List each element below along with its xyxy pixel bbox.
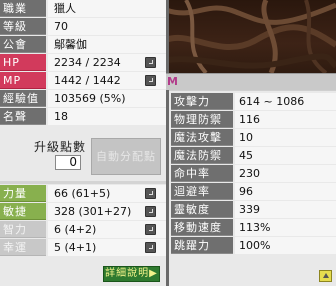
tab-marker: M <box>167 75 178 88</box>
tree-roots-illustration <box>166 0 336 73</box>
avoid-label: 迴避率 <box>171 183 233 200</box>
level-value: 70 <box>48 18 166 35</box>
auto-assign-button[interactable]: 自動分配點 <box>91 138 161 175</box>
weapon-def-value: 116 <box>235 111 336 128</box>
hands-value: 339 <box>235 201 336 218</box>
avoid-value: 96 <box>235 183 336 200</box>
hp-add-button[interactable] <box>145 57 156 68</box>
magic-atk-value: 10 <box>235 129 336 146</box>
detail-row-jump: 跳躍力 100% <box>169 237 336 254</box>
stat-row-mp: MP 1442 / 1442 <box>0 72 166 89</box>
job-value: 獵人 <box>48 0 166 17</box>
detail-row-accuracy: 命中率 230 <box>169 165 336 182</box>
detail-row-magic-atk: 魔法攻擊力 10 <box>169 129 336 161</box>
fame-value: 18 <box>48 108 166 125</box>
jump-label: 跳躍力 <box>171 237 233 254</box>
stat-row-job: 職業 獵人 <box>0 0 166 17</box>
character-stats-panel: 職業 獵人 等級 70 公會 鄔馨伽 HP 2234 / 2234 MP 144… <box>0 0 166 286</box>
luk-add-button[interactable] <box>145 242 156 253</box>
attack-value: 614 ~ 1086 <box>235 93 336 110</box>
dex-add-button[interactable] <box>145 206 156 217</box>
ability-points-box: 升級點數 0 自動分配點 <box>0 134 166 181</box>
speed-label: 移動速度 <box>171 219 233 236</box>
guild-label: 公會 <box>0 36 46 53</box>
magic-def-label: 魔法防禦力 <box>171 147 233 179</box>
int-label: 智力 <box>0 221 46 238</box>
dex-label: 敏捷 <box>0 203 46 220</box>
detail-row-attack: 攻擊力 614 ~ 1086 <box>169 93 336 110</box>
mp-label: MP <box>0 72 46 89</box>
jump-value: 100% <box>235 237 336 254</box>
ability-points-value: 0 <box>55 155 81 170</box>
magic-def-value: 45 <box>235 147 336 164</box>
luk-label: 幸運 <box>0 239 46 256</box>
mp-add-button[interactable] <box>145 75 156 86</box>
job-label: 職業 <box>0 0 46 17</box>
stat-row-fame: 名聲 18 <box>0 108 166 125</box>
detail-row-magic-def: 魔法防禦力 45 <box>169 147 336 179</box>
detail-row-hands: 靈敏度 339 <box>169 201 336 218</box>
attack-label: 攻擊力 <box>171 93 233 110</box>
game-background <box>166 0 336 73</box>
exp-label: 經驗值 <box>0 90 46 107</box>
accuracy-label: 命中率 <box>171 165 233 182</box>
stat-row-exp: 經驗值 103569 (5%) <box>0 90 166 107</box>
guild-value: 鄔馨伽 <box>48 36 166 53</box>
int-add-button[interactable] <box>145 224 156 235</box>
stat-row-guild: 公會 鄔馨伽 <box>0 36 166 53</box>
collapse-button[interactable] <box>319 270 332 282</box>
detail-header-strip: M <box>166 73 336 90</box>
hp-label: HP <box>0 54 46 71</box>
ability-points-title: 升級點數 <box>34 140 87 154</box>
level-label: 等級 <box>0 18 46 35</box>
stat-row-int: 智力 6 (4+2) <box>0 221 166 238</box>
detail-row-weapon-def: 物理防禦力 116 <box>169 111 336 143</box>
stat-row-luk: 幸運 5 (4+1) <box>0 239 166 256</box>
exp-value: 103569 (5%) <box>48 90 166 107</box>
stat-row-hp: HP 2234 / 2234 <box>0 54 166 71</box>
hands-label: 靈敏度 <box>171 201 233 218</box>
magic-atk-label: 魔法攻擊力 <box>171 129 233 161</box>
detail-row-avoid: 迴避率 96 <box>169 183 336 200</box>
detail-stats-panel: 攻擊力 614 ~ 1086 物理防禦力 116 魔法攻擊力 10 魔法防禦力 … <box>169 91 336 286</box>
stat-row-level: 等級 70 <box>0 18 166 35</box>
stat-row-dex: 敏捷 328 (301+27) <box>0 203 166 220</box>
fame-label: 名聲 <box>0 108 46 125</box>
str-add-button[interactable] <box>145 188 156 199</box>
str-label: 力量 <box>0 185 46 202</box>
stat-row-str: 力量 66 (61+5) <box>0 185 166 202</box>
divider <box>0 181 166 184</box>
speed-value: 113% <box>235 219 336 236</box>
accuracy-value: 230 <box>235 165 336 182</box>
detail-row-speed: 移動速度 113% <box>169 219 336 236</box>
weapon-def-label: 物理防禦力 <box>171 111 233 143</box>
detail-toggle-button[interactable]: 詳細說明▶ <box>103 266 160 282</box>
